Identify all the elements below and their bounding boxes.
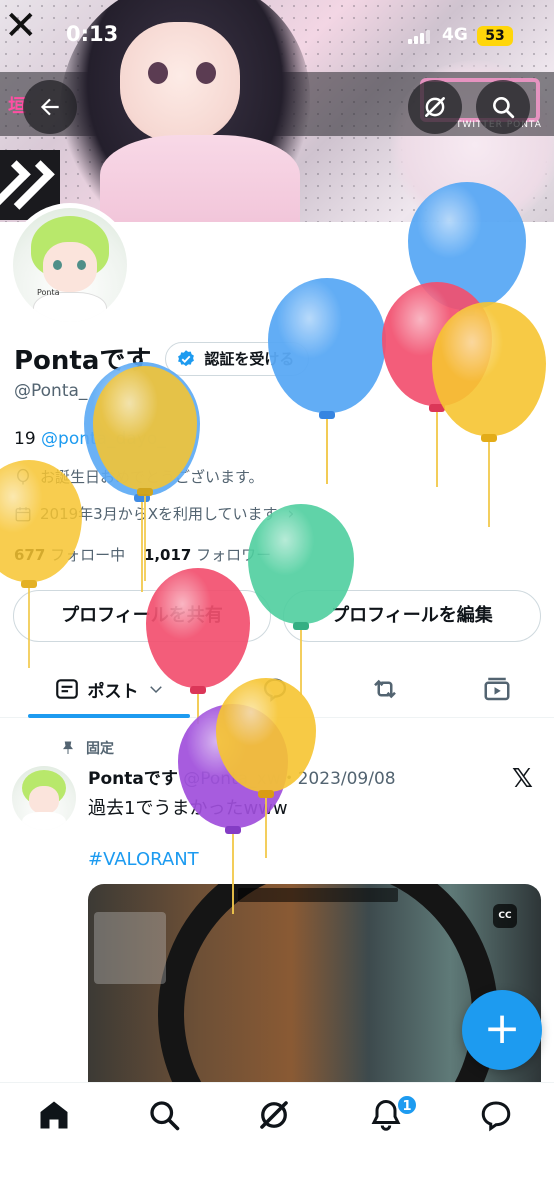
compose-post-button[interactable]: + xyxy=(462,990,542,1070)
balloon xyxy=(216,678,316,860)
tab-media[interactable] xyxy=(462,660,532,718)
balloon-string xyxy=(28,588,30,668)
balloon xyxy=(268,278,386,486)
network-type: 4G xyxy=(442,25,468,45)
pinned-text: 固定 xyxy=(86,741,114,757)
avatar-eye xyxy=(77,260,86,270)
profile-handle: @Ponta_ xyxy=(14,381,88,401)
balloon-body xyxy=(216,678,316,792)
banner-eye-left xyxy=(148,62,168,84)
balloon-body xyxy=(268,278,386,413)
banner-character-shirt xyxy=(100,135,300,222)
post-icon xyxy=(55,679,78,699)
post-avatar-face xyxy=(29,786,59,814)
grok-icon xyxy=(260,1101,288,1129)
search-button[interactable] xyxy=(476,80,530,134)
profile-avatar[interactable]: Ponta xyxy=(8,203,132,327)
balloon-knot xyxy=(21,580,37,588)
pinned-label: 固定 xyxy=(60,738,114,758)
grok-button[interactable] xyxy=(408,80,462,134)
repost-icon xyxy=(374,679,396,699)
signal-icon xyxy=(408,30,432,44)
avatar-eye xyxy=(53,260,62,270)
nav-grok[interactable] xyxy=(256,1097,296,1137)
balloon-knot xyxy=(481,434,497,442)
balloon-string xyxy=(265,798,267,858)
balloon xyxy=(248,504,354,697)
closed-captions-button[interactable]: CC xyxy=(493,904,517,928)
balloon-knot xyxy=(293,622,309,630)
balloon-knot xyxy=(137,488,153,496)
avatar: Ponta xyxy=(13,208,127,322)
balloon-body xyxy=(432,302,546,436)
balloon-body xyxy=(146,568,250,688)
tab-posts-label: ポスト xyxy=(87,681,139,702)
balloon-body xyxy=(93,366,197,490)
balloon-body xyxy=(248,504,354,624)
status-bar: 0:13 4G 53 xyxy=(0,22,554,52)
post-avatar[interactable] xyxy=(12,766,76,830)
search-icon xyxy=(150,1101,180,1131)
battery-icon: 53 xyxy=(477,26,513,46)
nav-home[interactable] xyxy=(36,1097,76,1137)
balloon xyxy=(93,366,197,583)
nav-search[interactable] xyxy=(146,1097,186,1137)
bottom-nav xyxy=(0,1082,554,1199)
pin-icon xyxy=(63,741,73,754)
back-button[interactable] xyxy=(23,80,77,134)
balloon-knot xyxy=(258,790,274,798)
x-logo-icon[interactable]: 𝕏 xyxy=(512,764,533,794)
balloon xyxy=(0,460,82,670)
post-avatar-body xyxy=(22,812,66,830)
balloon-knot xyxy=(319,411,335,419)
balloon-string xyxy=(488,442,490,527)
tab-reposts[interactable] xyxy=(350,660,420,718)
plus-icon: + xyxy=(483,1003,521,1054)
balloon-body xyxy=(0,460,82,582)
message-icon xyxy=(481,1101,511,1132)
nav-messages[interactable] xyxy=(478,1097,518,1137)
video-icon xyxy=(484,677,510,701)
avatar-face xyxy=(43,242,97,292)
grok-icon xyxy=(425,97,445,117)
avatar-tag: Ponta xyxy=(37,288,60,297)
status-time: 0:13 xyxy=(66,22,119,46)
home-icon xyxy=(40,1101,68,1129)
bio-text: 19 xyxy=(14,429,42,449)
arrow-left-icon xyxy=(40,98,59,116)
balloon xyxy=(432,302,546,529)
search-icon xyxy=(493,97,515,119)
banner-eye-right xyxy=(196,62,216,84)
notification-badge: 1 xyxy=(396,1094,418,1116)
video-minimap xyxy=(94,912,166,984)
balloon-knot xyxy=(190,686,206,694)
balloon-string xyxy=(326,419,328,484)
post-author-name[interactable]: Pontaです xyxy=(88,769,178,789)
